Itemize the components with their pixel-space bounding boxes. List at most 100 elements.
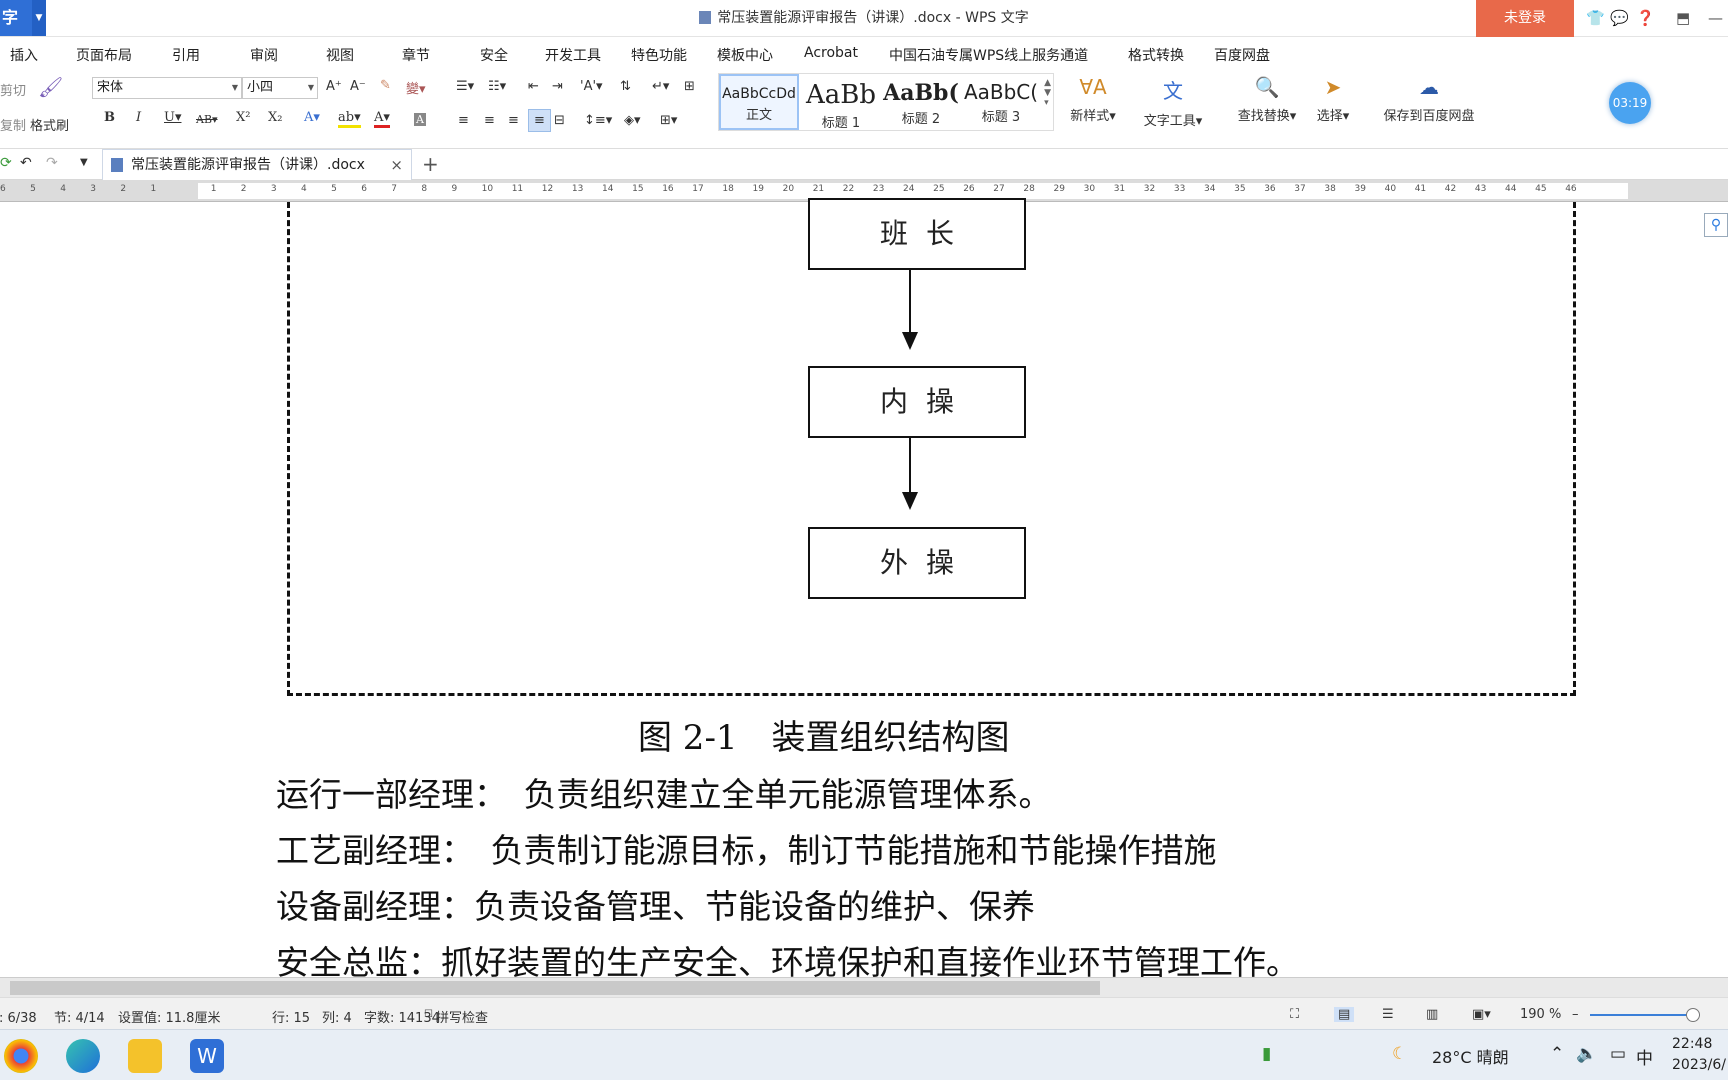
numbering-icon[interactable]: ☷▾ [488, 79, 506, 94]
align-center-icon[interactable]: ≡ [484, 113, 495, 128]
table-icon[interactable]: ⊞ [684, 79, 695, 94]
decrease-indent-icon[interactable]: ⇤ [528, 79, 539, 94]
status-setting[interactable]: 设置值: 11.8厘米 [118, 1007, 220, 1026]
menu-format-convert[interactable]: 格式转换 [1128, 45, 1184, 65]
font-name-select[interactable]: 宋体 ▼ [92, 77, 242, 99]
speaker-icon[interactable]: 🔈 [1576, 1044, 1597, 1064]
fullscreen-icon[interactable]: ⛶ [1290, 1007, 1299, 1022]
help-icon[interactable]: ❓ [1636, 9, 1655, 27]
zoom-out-icon[interactable]: – [1572, 1007, 1579, 1022]
edge-icon[interactable] [66, 1039, 100, 1073]
font-size-select[interactable]: 小四 ▼ [242, 77, 318, 99]
menu-templates[interactable]: 模板中心 [717, 45, 773, 65]
char-shading-icon[interactable]: A [414, 113, 426, 126]
status-page[interactable]: 页: 6/38 [0, 1007, 37, 1026]
zoom-slider-knob[interactable] [1686, 1008, 1700, 1022]
weather-text[interactable]: 28°C 晴朗 [1432, 1044, 1509, 1068]
quick-access-dropdown-icon[interactable]: ▼ [80, 157, 88, 168]
close-icon[interactable]: × [390, 150, 403, 180]
style-normal[interactable]: AaBbCcDd 正文 [719, 74, 799, 130]
new-tab-icon[interactable]: + [422, 152, 439, 176]
new-style-button[interactable]: ⱯA 新样式▾ [1058, 75, 1128, 124]
increase-indent-icon[interactable]: ⇥ [552, 79, 563, 94]
file-explorer-icon[interactable] [128, 1039, 162, 1073]
chrome-icon[interactable] [4, 1039, 38, 1073]
status-section[interactable]: 节: 4/14 [54, 1007, 105, 1026]
bold-icon[interactable]: B [104, 110, 115, 125]
change-case-icon[interactable]: 'A'▾ [580, 79, 603, 94]
location-pin-icon[interactable]: ⚲ [1704, 213, 1728, 237]
menu-insert[interactable]: 插入 [10, 45, 38, 65]
show-marks-icon[interactable]: ↵▾ [652, 79, 669, 94]
zoom-slider[interactable] [1590, 1008, 1700, 1022]
menu-baidu-disk[interactable]: 百度网盘 [1214, 45, 1270, 65]
italic-icon[interactable]: I [136, 110, 141, 125]
justify-icon[interactable]: ≡ [528, 109, 551, 132]
cut-button[interactable]: 剪切 [0, 80, 26, 99]
chat-icon[interactable]: 💬 [1610, 9, 1629, 27]
text-effect-icon[interactable]: A▾ [304, 110, 320, 125]
login-button[interactable]: 未登录 [1476, 0, 1574, 37]
shading-icon[interactable]: ◈▾ [624, 113, 641, 128]
distribute-icon[interactable]: ⊟ [554, 113, 565, 128]
style-heading-2[interactable]: AaBb( 标题 2 [881, 74, 961, 130]
tray-expand-icon[interactable]: ⌃ [1550, 1044, 1564, 1064]
save-icon[interactable]: ⟳ [0, 155, 12, 171]
scrollbar-thumb[interactable] [10, 981, 1100, 995]
page-view-icon[interactable]: ▤ [1334, 1007, 1355, 1022]
ime-indicator[interactable]: 中 [1636, 1044, 1653, 1069]
style-heading-1[interactable]: AaBb 标题 1 [801, 74, 881, 131]
format-painter-button[interactable]: 格式刷 [30, 115, 69, 134]
web-view-icon[interactable]: ▥ [1426, 1007, 1438, 1022]
status-col[interactable]: 列: 4 [322, 1007, 352, 1026]
zoom-level[interactable]: 190 % [1520, 1007, 1561, 1022]
subscript-icon[interactable]: X₂ [268, 110, 282, 125]
menu-features[interactable]: 特色功能 [631, 45, 687, 65]
gallery-scroll-icon[interactable]: ▲ ▼ ▾ [1044, 78, 1051, 108]
underline-icon[interactable]: U▾ [164, 110, 181, 125]
battery-tray-icon[interactable]: ▮ [1262, 1044, 1271, 1064]
menu-chapter[interactable]: 章节 [402, 45, 430, 65]
shrink-font-icon[interactable]: A⁻ [350, 79, 366, 94]
checkbox-icon[interactable]: ☐ [424, 1009, 433, 1020]
read-mode-icon[interactable]: ▣▾ [1472, 1007, 1491, 1022]
find-replace-button[interactable]: 🔍 查找替换▾ [1230, 75, 1304, 124]
menu-developer[interactable]: 开发工具 [545, 45, 601, 65]
redo-icon[interactable]: ↷ [46, 155, 58, 171]
clear-format-icon[interactable]: ✎ [380, 78, 391, 93]
strikethrough-icon[interactable]: AB▾ [196, 113, 218, 126]
wps-writer-icon[interactable]: W [190, 1039, 224, 1073]
menu-security[interactable]: 安全 [480, 45, 508, 65]
line-spacing-icon[interactable]: ↕≡▾ [584, 113, 612, 128]
save-baidu-button[interactable]: ☁ 保存到百度网盘 [1374, 75, 1484, 124]
system-clock[interactable]: 22:48 2023/6/ [1672, 1034, 1726, 1076]
font-color-icon[interactable]: A▾ [374, 110, 390, 128]
undo-icon[interactable]: ↶ [20, 155, 32, 171]
select-button[interactable]: ➤ 选择▾ [1310, 75, 1356, 124]
status-row[interactable]: 行: 15 [272, 1007, 310, 1026]
tab-document[interactable]: 常压装置能源评审报告（讲课）.docx × [102, 149, 412, 180]
style-heading-3[interactable]: AaBbC( 标题 3 [961, 74, 1041, 130]
superscript-icon[interactable]: X² [236, 110, 250, 125]
text-tools-button[interactable]: 文 文字工具▾ [1136, 75, 1210, 129]
copy-button[interactable]: 复制 [0, 115, 26, 134]
format-painter-icon[interactable]: 🖌 [38, 75, 63, 99]
menu-review[interactable]: 审阅 [250, 45, 278, 65]
align-right-icon[interactable]: ≡ [508, 113, 519, 128]
sort-icon[interactable]: ⇅ [620, 79, 631, 94]
align-left-icon[interactable]: ≡ [458, 113, 469, 128]
highlight-icon[interactable]: ab▾ [338, 110, 361, 128]
minimize-icon[interactable]: — [1708, 9, 1723, 27]
skin-icon[interactable]: 👕 [1586, 9, 1605, 27]
grow-font-icon[interactable]: A⁺ [326, 79, 342, 94]
menu-view[interactable]: 视图 [326, 45, 354, 65]
menu-page-layout[interactable]: 页面布局 [76, 45, 132, 65]
menu-acrobat[interactable]: Acrobat [804, 45, 858, 61]
phonetic-icon[interactable]: 變▾ [406, 78, 426, 97]
bullets-icon[interactable]: ☰▾ [456, 79, 474, 94]
borders-icon[interactable]: ⊞▾ [660, 113, 677, 128]
restore-icon[interactable]: ⬒ [1676, 9, 1690, 27]
document-page[interactable]: 班长 内操 外操 图 2-1 装置组织结构图 运行一部经理： 负责组织建立全单元… [0, 198, 1728, 982]
outline-view-icon[interactable]: ☰ [1382, 1007, 1394, 1022]
status-spellcheck[interactable]: 拼写检查 [436, 1007, 488, 1026]
